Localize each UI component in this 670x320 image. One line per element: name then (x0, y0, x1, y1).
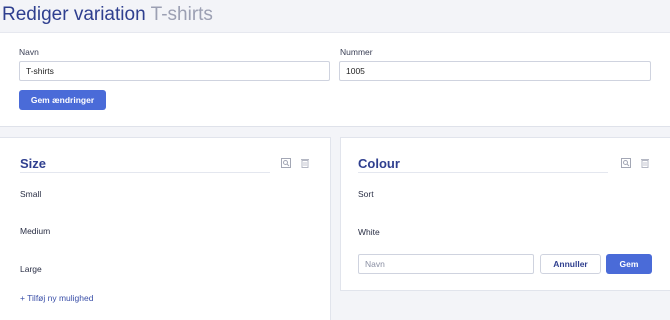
attribute-card-colour: Colour Sort White Annuller Gem (340, 137, 670, 291)
attribute-card-size: Size Small Medium Large + Tilføj ny muli… (0, 137, 331, 320)
add-option-link[interactable]: + Tilføj ny mulighed (20, 293, 93, 303)
save-changes-button[interactable]: Gem ændringer (19, 90, 106, 110)
name-input[interactable] (19, 61, 330, 81)
attribute-title-divider (358, 172, 608, 173)
trash-icon[interactable] (639, 157, 651, 169)
trash-icon[interactable] (299, 157, 311, 169)
attribute-title: Size (20, 156, 47, 171)
variation-form: Navn Nummer Gem ændringer (0, 32, 670, 127)
option-item[interactable]: White (358, 227, 380, 237)
option-item[interactable]: Small (20, 189, 41, 199)
attribute-title-divider (20, 172, 270, 173)
page-title-main: Rediger variation (2, 4, 146, 25)
new-option-name-input[interactable] (358, 254, 534, 274)
page-title-subtitle: T-shirts (150, 4, 213, 25)
page-title: Rediger variation T-shirts (2, 4, 213, 26)
save-option-button[interactable]: Gem (606, 254, 652, 274)
attribute-title: Colour (358, 156, 400, 171)
option-item[interactable]: Large (20, 264, 42, 274)
search-icon[interactable] (280, 157, 292, 169)
option-item[interactable]: Medium (20, 226, 50, 236)
search-icon[interactable] (620, 157, 632, 169)
number-label: Nummer (340, 47, 373, 57)
number-input[interactable] (339, 61, 651, 81)
option-item[interactable]: Sort (358, 189, 374, 199)
name-label: Navn (19, 47, 39, 57)
cancel-button[interactable]: Annuller (540, 254, 601, 274)
